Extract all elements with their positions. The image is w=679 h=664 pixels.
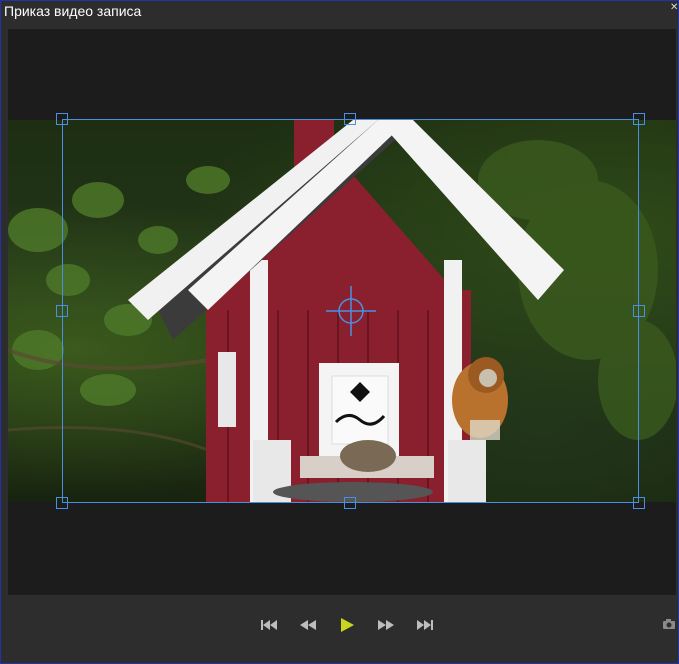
crop-handle-right[interactable] [633, 305, 645, 317]
play-button[interactable] [335, 615, 359, 635]
skip-to-start-button[interactable] [257, 615, 281, 635]
skip-to-start-icon [261, 620, 277, 630]
crop-handle-top[interactable] [344, 113, 356, 125]
skip-to-end-button[interactable] [413, 615, 437, 635]
crop-handle-bottom[interactable] [344, 497, 356, 509]
close-icon[interactable]: ✕ [670, 1, 678, 15]
play-icon [341, 618, 354, 632]
title-bar: Приказ видео записа ✕ [1, 1, 678, 23]
fast-forward-button[interactable] [374, 615, 398, 635]
camera-icon[interactable] [662, 617, 676, 631]
crosshair-icon[interactable] [326, 286, 376, 336]
crop-handle-left[interactable] [56, 305, 68, 317]
crop-handle-bottom-left[interactable] [56, 497, 68, 509]
rewind-icon [300, 620, 316, 630]
fast-forward-icon [378, 620, 394, 630]
crop-handle-top-left[interactable] [56, 113, 68, 125]
playback-controls [1, 595, 678, 663]
crop-handle-bottom-right[interactable] [633, 497, 645, 509]
rewind-button[interactable] [296, 615, 320, 635]
video-viewer [8, 29, 676, 595]
window-title: Приказ видео записа [4, 3, 142, 19]
skip-to-end-icon [417, 620, 433, 630]
crop-handle-top-right[interactable] [633, 113, 645, 125]
video-preview-window: Приказ видео записа ✕ [0, 0, 679, 664]
